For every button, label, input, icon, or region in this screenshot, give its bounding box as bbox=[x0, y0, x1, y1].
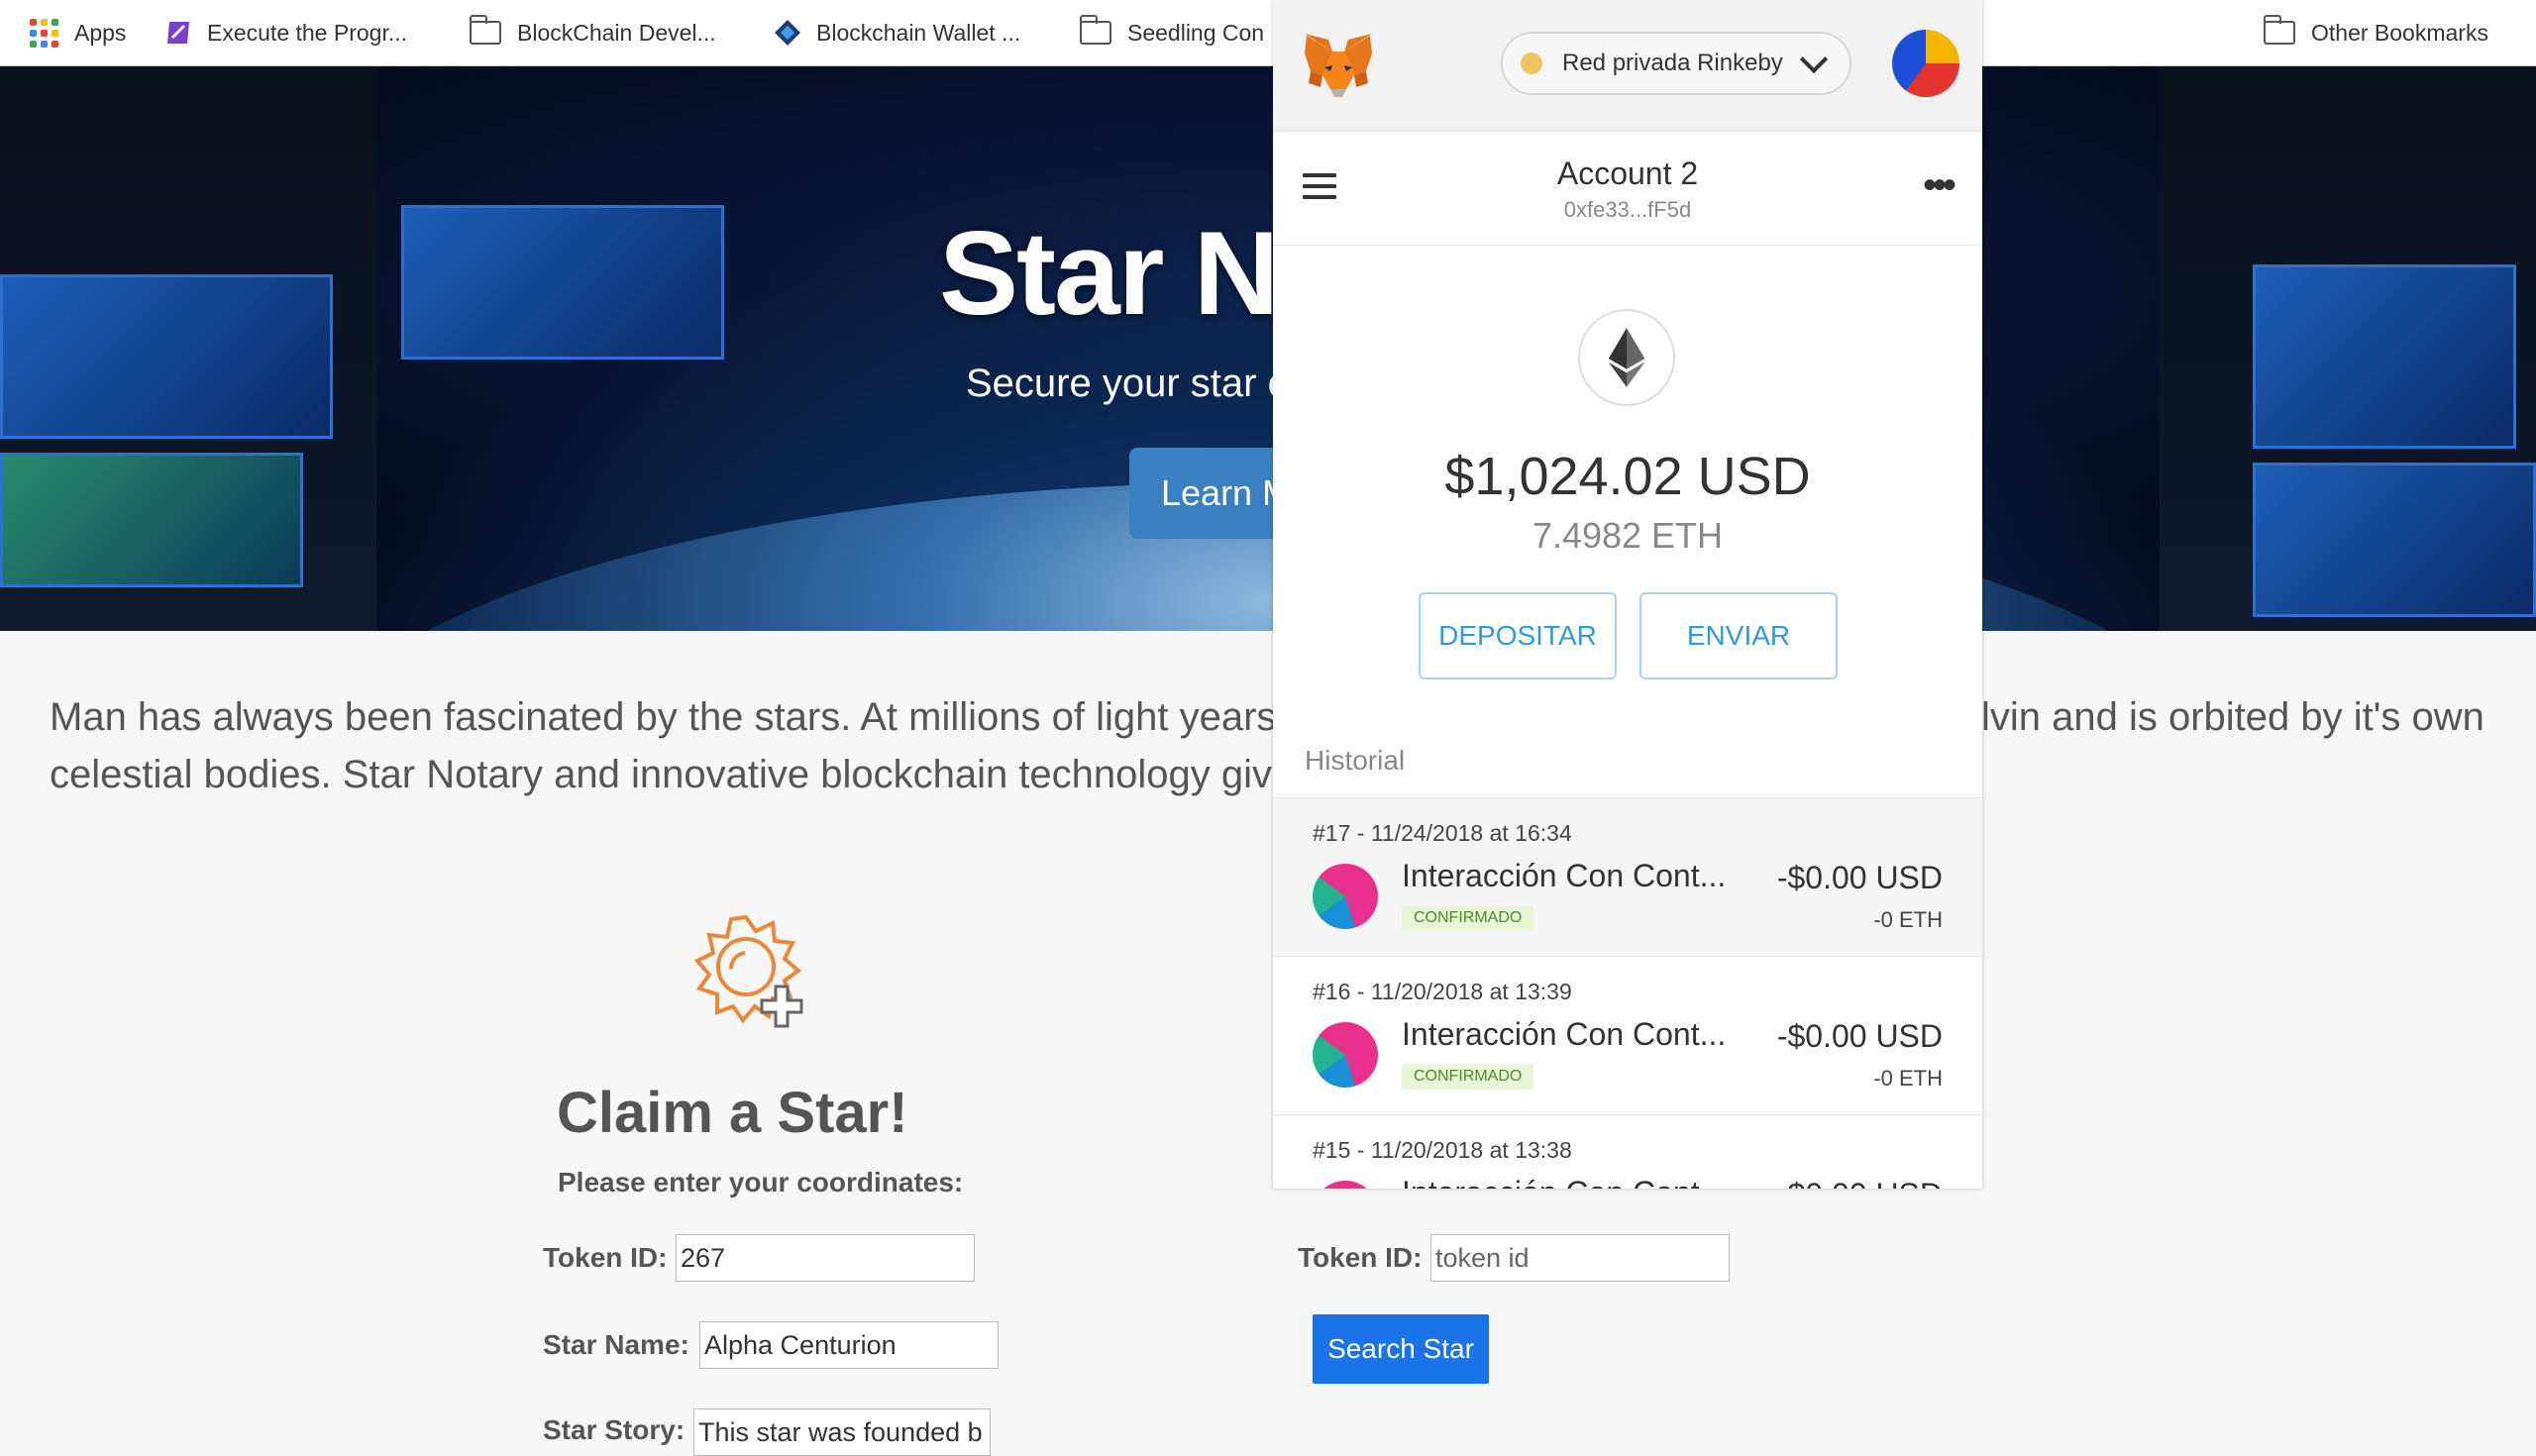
metamask-header: Red privada Rinkeby bbox=[1273, 0, 1982, 132]
contract-avatar-icon bbox=[1313, 864, 1378, 929]
account-avatar[interactable] bbox=[1892, 30, 1959, 97]
status-badge: CONFIRMADO bbox=[1402, 1064, 1534, 1090]
transaction-row[interactable]: #16 - 11/20/2018 at 13:39 Interacción Co… bbox=[1273, 956, 1982, 1115]
transaction-row[interactable]: #15 - 11/20/2018 at 13:38 Interacción Co… bbox=[1273, 1114, 1982, 1189]
deposit-button[interactable]: DEPOSITAR bbox=[1419, 592, 1617, 679]
ethereum-icon bbox=[1578, 309, 1675, 406]
hero-right-consoles bbox=[2160, 66, 2536, 631]
bookmark-item-blockchain-devel[interactable]: BlockChain Devel... bbox=[470, 0, 716, 65]
bookmark-other[interactable]: Other Bookmarks bbox=[2264, 0, 2488, 65]
hero-left-consoles bbox=[0, 66, 376, 631]
star-name-input[interactable] bbox=[699, 1321, 999, 1369]
contract-avatar-icon bbox=[1313, 1022, 1378, 1088]
balance-usd: $1,024.02 USD bbox=[1444, 447, 1811, 506]
intro-line-1-right: lvin and is orbited by it's own bbox=[1981, 695, 2484, 739]
bookmark-other-label: Other Bookmarks bbox=[2311, 19, 2488, 46]
transaction-meta: #16 - 11/20/2018 at 13:39 bbox=[1313, 979, 1572, 1004]
bookmark-item-blockchain-wallet[interactable]: Blockchain Wallet ... bbox=[773, 0, 1020, 65]
bookmark-item-seedling[interactable]: Seedling Con bbox=[1080, 0, 1264, 65]
transaction-meta: #15 - 11/20/2018 at 13:38 bbox=[1313, 1137, 1572, 1163]
claim-title: Claim a Star! bbox=[557, 1081, 908, 1145]
star-story-label: Star Story: bbox=[543, 1414, 686, 1445]
star-claim-icon bbox=[693, 914, 803, 1028]
remix-icon bbox=[167, 22, 189, 44]
bookmark-item-label: Seedling Con bbox=[1127, 19, 1265, 46]
star-name-label: Star Name: bbox=[543, 1329, 689, 1360]
network-selector[interactable]: Red privada Rinkeby bbox=[1501, 32, 1851, 95]
hero-screen-panel bbox=[401, 205, 724, 360]
network-status-dot-icon bbox=[1521, 52, 1542, 74]
folder-icon bbox=[1080, 15, 1111, 45]
transaction-eth: -0 ETH bbox=[1873, 907, 1943, 932]
transaction-row[interactable]: #17 - 11/24/2018 at 16:34 Interacción Co… bbox=[1273, 797, 1982, 957]
transaction-title: Interacción Con Cont... bbox=[1402, 1016, 1727, 1052]
transaction-title: Interacción Con Cont... bbox=[1402, 858, 1727, 893]
transaction-usd: -$0.00 USD bbox=[1776, 860, 1943, 895]
intro-line-2: celestial bodies. Star Notary and innova… bbox=[50, 753, 1315, 796]
transaction-title: Interacción Con Cont... bbox=[1402, 1175, 1726, 1189]
search-token-id-label: Token ID: bbox=[1298, 1242, 1423, 1273]
search-star-button[interactable]: Search Star bbox=[1313, 1314, 1489, 1384]
balance-eth: 7.4982 ETH bbox=[1532, 515, 1724, 556]
hero-subtitle: Secure your star c bbox=[966, 362, 1288, 405]
apps-grid-icon bbox=[30, 18, 58, 48]
bookmark-item-label: BlockChain Devel... bbox=[517, 19, 716, 46]
more-options-icon[interactable]: ••• bbox=[1923, 165, 1956, 205]
hero-banner: Star N Secure your star c Learn M bbox=[0, 66, 2536, 631]
claim-subtitle: Please enter your coordinates: bbox=[558, 1167, 964, 1197]
metamask-fox-icon bbox=[1305, 34, 1372, 97]
star-story-input[interactable] bbox=[693, 1408, 991, 1456]
chevron-down-icon bbox=[1799, 45, 1829, 74]
bookmark-item-execute[interactable]: Execute the Progr... bbox=[163, 0, 407, 65]
bookmark-apps-label: Apps bbox=[74, 19, 127, 46]
token-id-label: Token ID: bbox=[543, 1242, 668, 1273]
history-label: Historial bbox=[1305, 745, 1406, 776]
bookmark-item-label: Blockchain Wallet ... bbox=[816, 19, 1021, 46]
send-button[interactable]: ENVIAR bbox=[1639, 592, 1838, 679]
bookmark-apps[interactable]: Apps bbox=[30, 0, 126, 65]
blockchain-diamond-icon bbox=[775, 20, 800, 46]
search-token-id-input[interactable] bbox=[1430, 1234, 1730, 1282]
account-address[interactable]: 0xfe33...fF5d bbox=[1273, 197, 1982, 223]
folder-icon bbox=[470, 15, 501, 45]
transaction-eth: -0 ETH bbox=[1873, 1066, 1943, 1091]
metamask-popup: Red privada Rinkeby Account 2 0xfe33...f… bbox=[1273, 0, 1982, 1189]
account-header: Account 2 0xfe33...fF5d ••• bbox=[1273, 132, 1982, 246]
network-name: Red privada Rinkeby bbox=[1562, 50, 1783, 76]
folder-icon bbox=[2264, 15, 2295, 45]
bookmarks-bar: Apps Execute the Progr... BlockChain Dev… bbox=[0, 0, 2536, 66]
bookmark-item-label: Execute the Progr... bbox=[207, 19, 408, 46]
hero-title: Star N bbox=[939, 207, 1279, 340]
account-name: Account 2 bbox=[1556, 156, 1699, 191]
claim-token-id-input[interactable] bbox=[676, 1234, 975, 1282]
contract-avatar-icon bbox=[1313, 1181, 1378, 1189]
transaction-usd: -$0.00 USD bbox=[1777, 1177, 1943, 1189]
status-badge: CONFIRMADO bbox=[1402, 905, 1534, 931]
intro-line-1: Man has always been fascinated by the st… bbox=[50, 695, 1310, 739]
transaction-meta: #17 - 11/24/2018 at 16:34 bbox=[1313, 820, 1572, 846]
transaction-usd: -$0.00 USD bbox=[1776, 1018, 1943, 1054]
